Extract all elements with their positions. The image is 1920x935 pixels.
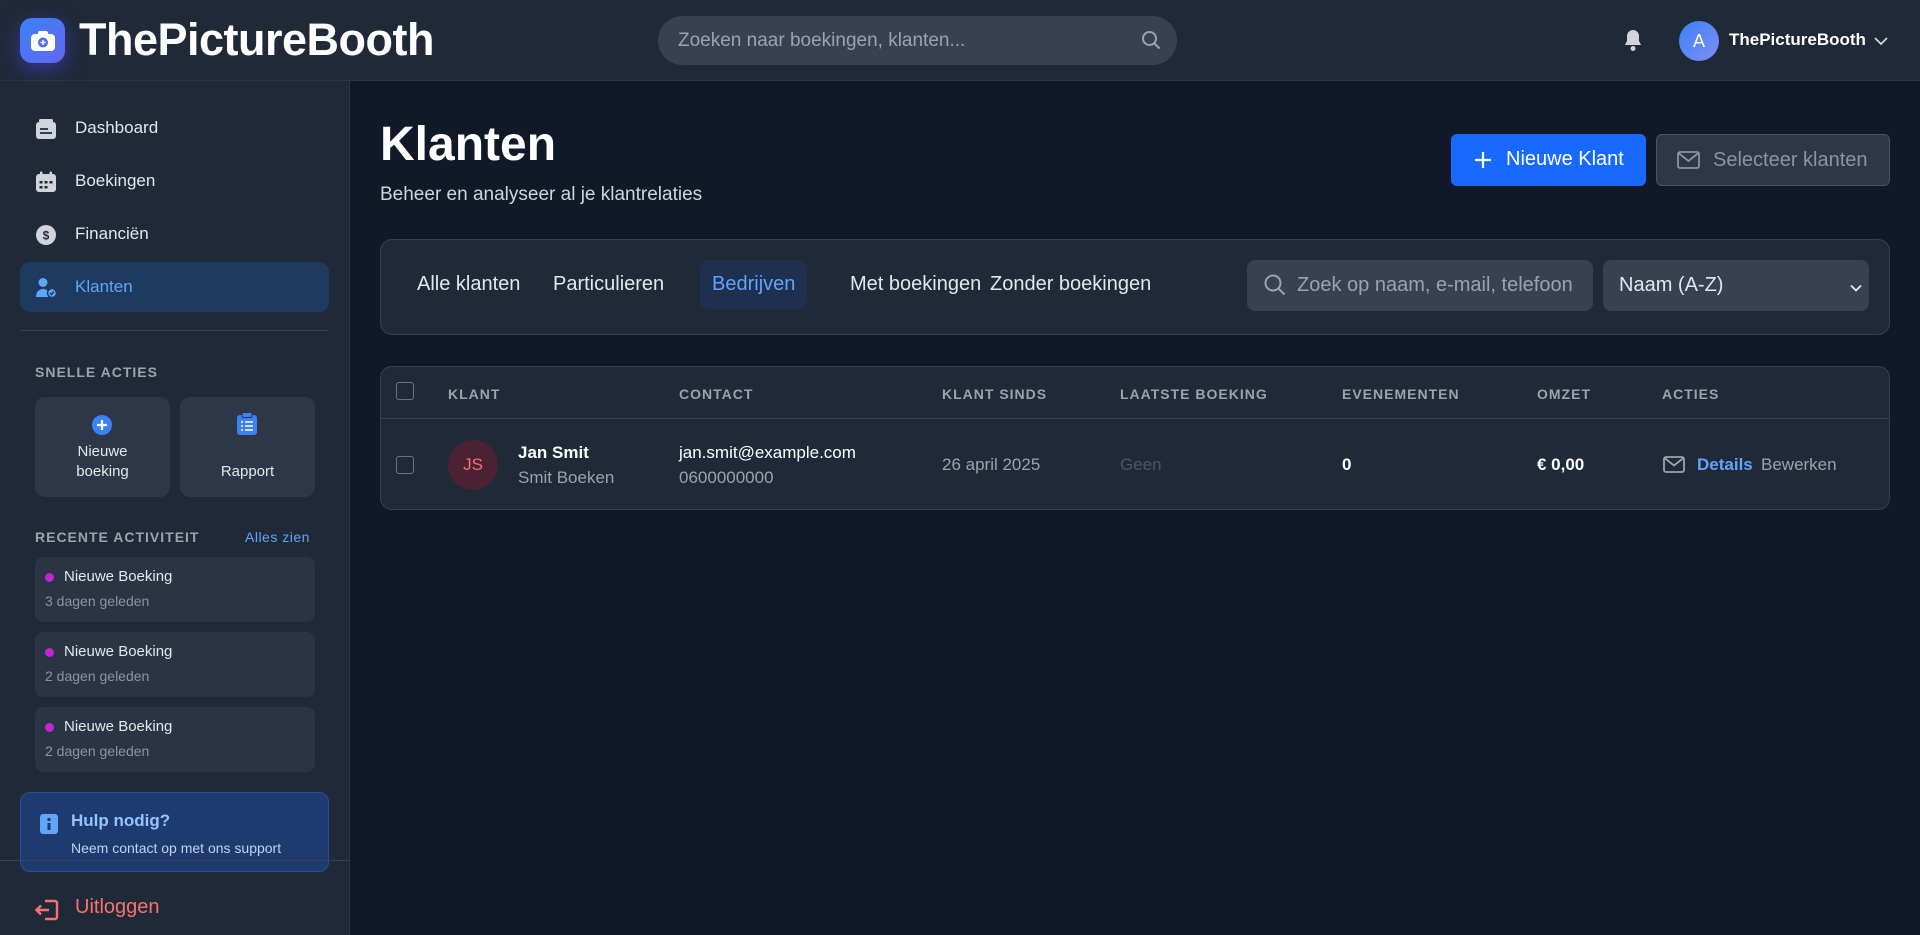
activity-dot bbox=[45, 573, 54, 582]
mail-icon bbox=[1677, 151, 1700, 175]
tab-bedrijven[interactable]: Bedrijven bbox=[700, 260, 808, 309]
select-clients-label: Selecteer klanten bbox=[1713, 149, 1868, 171]
dashboard-icon bbox=[35, 118, 57, 140]
client-since: 26 april 2025 bbox=[942, 455, 1041, 474]
client-phone: 0600000000 bbox=[679, 468, 774, 487]
user-name[interactable]: ThePictureBooth bbox=[1729, 30, 1866, 50]
client-email[interactable]: jan.smit@example.com bbox=[679, 443, 856, 463]
tab-met-boekingen[interactable]: Met boekingen bbox=[838, 260, 993, 309]
column-header[interactable]: CONTACT bbox=[679, 386, 753, 402]
chevron-down-icon bbox=[1849, 280, 1863, 298]
client-search[interactable] bbox=[1247, 260, 1593, 311]
quick-action-label: boeking bbox=[76, 463, 129, 480]
calendar-icon bbox=[35, 171, 57, 193]
client-avatar: JS bbox=[448, 440, 498, 490]
sidebar-item-label: Dashboard bbox=[75, 118, 159, 137]
details-link[interactable]: Details bbox=[1697, 455, 1753, 475]
activity-time: 3 dagen geleden bbox=[45, 593, 150, 609]
quick-action-label: Rapport bbox=[220, 463, 275, 480]
quick-action-new-booking[interactable]: Nieuwe boeking bbox=[35, 397, 170, 497]
select-all-checkbox[interactable] bbox=[396, 382, 414, 400]
sidebar-item-label: Klanten bbox=[75, 277, 133, 296]
activity-item[interactable]: Nieuwe Boeking 3 dagen geleden bbox=[35, 557, 315, 622]
last-booking: Geen bbox=[1120, 455, 1162, 474]
new-client-button[interactable]: Nieuwe Klant bbox=[1451, 134, 1646, 186]
help-icon bbox=[39, 813, 59, 840]
plus-icon bbox=[1473, 150, 1493, 176]
quick-action-label: Nieuwe bbox=[77, 443, 128, 460]
activity-title: Nieuwe Boeking bbox=[64, 568, 173, 585]
help-subtitle: Neem contact op met ons support bbox=[71, 840, 282, 856]
table-header: KLANT CONTACT KLANT SINDS LAATSTE BOEKIN… bbox=[381, 367, 1889, 419]
see-all-link[interactable]: Alles zien bbox=[245, 529, 310, 545]
activity-dot bbox=[45, 648, 54, 657]
search-icon bbox=[1263, 273, 1287, 302]
money-icon: $ bbox=[35, 224, 57, 246]
activity-item[interactable]: Nieuwe Boeking 2 dagen geleden bbox=[35, 707, 315, 772]
sidebar-item-financien[interactable]: $ Financiën bbox=[20, 209, 329, 259]
column-header[interactable]: KLANT bbox=[448, 386, 500, 402]
tab-particulieren[interactable]: Particulieren bbox=[541, 260, 676, 309]
client-company: Smit Boeken bbox=[518, 468, 615, 487]
column-header: ACTIES bbox=[1662, 386, 1720, 402]
sidebar-item-klanten[interactable]: Klanten bbox=[20, 262, 329, 312]
activity-time: 2 dagen geleden bbox=[45, 668, 150, 684]
activity-item[interactable]: Nieuwe Boeking 2 dagen geleden bbox=[35, 632, 315, 697]
help-title: Hulp nodig? bbox=[71, 811, 171, 830]
page-title: Klanten bbox=[380, 118, 557, 171]
tab-zonder-boekingen[interactable]: Zonder boekingen bbox=[978, 260, 1163, 309]
row-checkbox[interactable] bbox=[396, 456, 414, 474]
logout-label: Uitloggen bbox=[75, 896, 160, 918]
notification-bell-icon[interactable] bbox=[1622, 28, 1644, 57]
clipboard-icon bbox=[236, 412, 258, 441]
recent-activity-title: RECENTE ACTIVITEIT bbox=[35, 529, 200, 545]
global-search-input[interactable] bbox=[678, 16, 1118, 65]
column-header[interactable]: KLANT SINDS bbox=[942, 386, 1047, 402]
activity-title: Nieuwe Boeking bbox=[64, 718, 173, 735]
logout-icon bbox=[34, 899, 59, 926]
sidebar-item-label: Financiën bbox=[75, 224, 149, 243]
filter-bar: Alle klanten Particulieren Bedrijven Met… bbox=[380, 239, 1890, 335]
event-count: 0 bbox=[1342, 455, 1352, 474]
column-header[interactable]: OMZET bbox=[1537, 386, 1591, 402]
sidebar-divider bbox=[20, 330, 329, 331]
sidebar: Dashboard Boekingen $ Financiën Klanten … bbox=[0, 81, 350, 935]
global-search[interactable] bbox=[658, 16, 1177, 65]
column-header[interactable]: LAATSTE BOEKING bbox=[1120, 386, 1268, 402]
user-avatar[interactable]: A bbox=[1679, 21, 1719, 61]
clients-table: KLANT CONTACT KLANT SINDS LAATSTE BOEKIN… bbox=[380, 366, 1890, 510]
sidebar-item-boekingen[interactable]: Boekingen bbox=[20, 156, 329, 206]
quick-actions-title: SNELLE ACTIES bbox=[35, 364, 158, 380]
client-search-input[interactable] bbox=[1297, 260, 1582, 311]
activity-title: Nieuwe Boeking bbox=[64, 643, 173, 660]
client-name[interactable]: Jan Smit bbox=[518, 443, 589, 463]
sidebar-item-dashboard[interactable]: Dashboard bbox=[20, 103, 329, 153]
app-brand-title[interactable]: ThePictureBooth bbox=[79, 14, 435, 66]
camera-logo-icon[interactable] bbox=[20, 18, 65, 63]
column-header[interactable]: EVENEMENTEN bbox=[1342, 386, 1460, 402]
sort-select[interactable]: Naam (A-Z) bbox=[1603, 260, 1869, 311]
page-subtitle: Beheer en analyseer al je klantrelaties bbox=[380, 184, 703, 205]
users-icon bbox=[35, 277, 58, 299]
mail-icon[interactable] bbox=[1663, 456, 1685, 478]
sort-select-value: Naam (A-Z) bbox=[1619, 274, 1724, 296]
activity-time: 2 dagen geleden bbox=[45, 743, 150, 759]
plus-circle-icon bbox=[91, 414, 113, 441]
search-icon[interactable] bbox=[1141, 30, 1161, 55]
tab-alle-klanten[interactable]: Alle klanten bbox=[405, 260, 532, 309]
select-clients-button[interactable]: Selecteer klanten bbox=[1656, 134, 1890, 186]
chevron-down-icon[interactable] bbox=[1873, 33, 1889, 51]
new-client-label: Nieuwe Klant bbox=[1506, 148, 1624, 170]
revenue: € 0,00 bbox=[1537, 455, 1585, 474]
sidebar-bottom-divider bbox=[0, 860, 350, 861]
svg-text:$: $ bbox=[43, 229, 50, 243]
sidebar-item-label: Boekingen bbox=[75, 171, 156, 190]
edit-link[interactable]: Bewerken bbox=[1761, 455, 1837, 475]
top-header: ThePictureBooth A ThePictureBooth bbox=[0, 0, 1920, 81]
quick-action-report[interactable]: Rapport bbox=[180, 397, 315, 497]
logout-button[interactable]: Uitloggen bbox=[34, 896, 160, 926]
activity-dot bbox=[45, 723, 54, 732]
